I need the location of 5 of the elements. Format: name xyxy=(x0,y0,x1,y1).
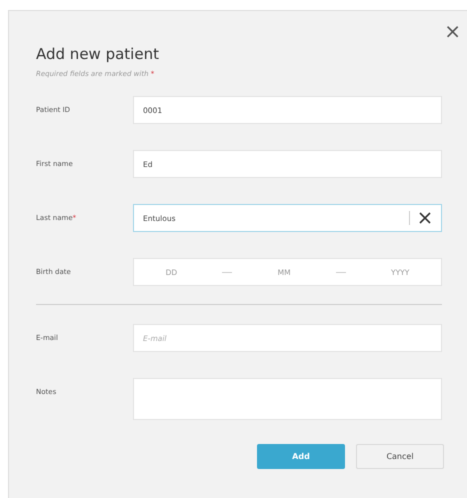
cancel-button[interactable]: Cancel xyxy=(356,444,444,469)
close-button[interactable]: × xyxy=(440,21,465,41)
dialog-title: Add new patient xyxy=(36,45,160,63)
clear-icon[interactable] xyxy=(418,211,432,225)
notes-field[interactable] xyxy=(133,378,442,420)
